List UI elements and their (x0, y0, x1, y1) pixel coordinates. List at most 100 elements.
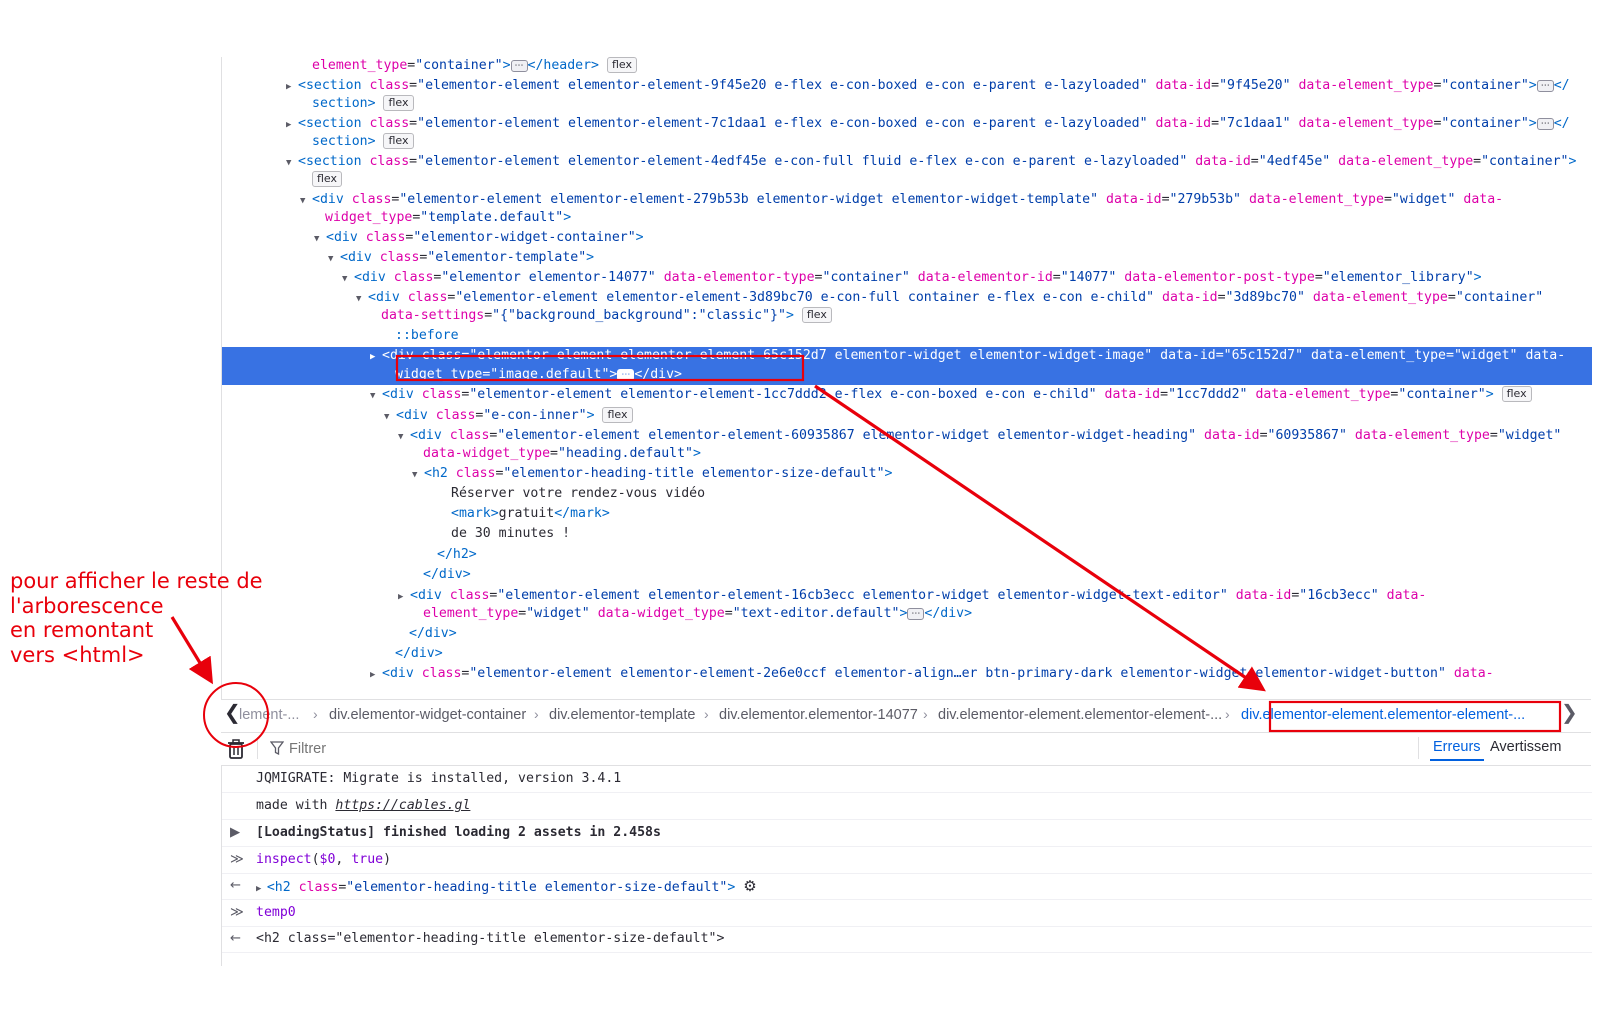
attr-value: "elementor-heading-title elementor-size-… (503, 466, 885, 481)
expand-triangle-icon[interactable]: ▶ (230, 820, 252, 846)
tree-node[interactable]: element_type="container"> ⋯ </header> flex (222, 57, 1592, 75)
collapse-triangle-icon[interactable]: ▼ (384, 408, 396, 426)
attr-value: "image.default" (490, 367, 610, 382)
flex-badge[interactable]: flex (383, 133, 414, 149)
tree-node[interactable]: ▶ <div class="elementor-element elementor… (222, 587, 1592, 606)
tree-node[interactable]: flex (222, 171, 1592, 189)
tree-node[interactable]: ▼ <div class="elementor-widget-container"… (222, 229, 1592, 248)
flex-badge[interactable]: flex (1501, 386, 1532, 402)
tree-node-selected[interactable]: ▶ <div class = "elementor-element elementor… (222, 347, 1592, 367)
tree-node[interactable]: </h2> (222, 546, 1592, 564)
log-link[interactable]: https://cables.gl (335, 798, 470, 813)
attr-value: "60935867" (1267, 428, 1347, 443)
tree-node[interactable]: widget_type="template.default"> (222, 209, 1592, 227)
ellipsis-icon[interactable]: ⋯ (1536, 118, 1554, 130)
gear-icon[interactable]: ⚙ (743, 877, 756, 895)
flex-badge[interactable]: flex (801, 307, 832, 323)
ellipsis-icon[interactable]: ⋯ (617, 369, 635, 381)
collapse-triangle-icon[interactable]: ▼ (300, 192, 312, 210)
attr-name: data-id (1162, 290, 1218, 305)
collapse-triangle-icon[interactable]: ▼ (342, 270, 354, 288)
tree-node[interactable]: </div> (222, 645, 1592, 663)
breadcrumb-item[interactable]: div.elementor-template (549, 707, 695, 723)
console-message-text: made with https://cables.gl (256, 793, 470, 819)
tree-node[interactable]: de 30 minutes ! (222, 525, 1592, 543)
tree-node[interactable]: ▼ <div class="elementor elementor-14077" … (222, 269, 1592, 288)
tree-node-selected[interactable]: widget_type="image.default"> ⋯ </div> (222, 366, 1592, 385)
flex-badge[interactable]: flex (312, 171, 343, 187)
tag-text: </header> (527, 58, 599, 73)
breadcrumb-item[interactable]: div.elementor-element.elementor-element-… (938, 707, 1222, 723)
tree-node[interactable]: </div> (222, 625, 1592, 643)
expand-triangle-icon[interactable]: ▶ (370, 348, 382, 366)
tree-node[interactable]: Réserver votre rendez-vous vidéo (222, 485, 1592, 503)
text-node: = (1447, 290, 1456, 305)
attr-value: "16cb3ecc" (1299, 588, 1379, 603)
breadcrumb-item[interactable]: lement-... (239, 707, 299, 723)
expand-triangle-icon[interactable]: ▶ (398, 588, 410, 606)
collapse-triangle-icon[interactable]: ▼ (412, 466, 424, 484)
expand-triangle-icon[interactable]: ▶ (286, 116, 298, 134)
attr-value: "elementor-widget-container" (413, 230, 636, 245)
collapse-triangle-icon[interactable]: ▼ (328, 250, 340, 268)
tree-node[interactable]: ▼ <div class = "elementor-element elementor… (222, 427, 1592, 446)
tree-node[interactable]: ▼ <section class="elementor-element eleme… (222, 153, 1592, 172)
tag-text: </mark> (554, 506, 610, 521)
tag-text: > (1528, 116, 1537, 131)
console-message: ▶ [LoadingStatus] finished loading 2 asse… (222, 820, 1592, 847)
breadcrumb-scroll-right-icon[interactable]: ❯ (1561, 700, 1578, 724)
ellipsis-icon[interactable]: ⋯ (1536, 80, 1554, 92)
console-message-text: <h2 class="elementor-heading-title eleme… (256, 926, 724, 952)
tree-node[interactable]: ▼ <div class = "elementor-element elementor… (222, 191, 1592, 210)
expand-triangle-icon[interactable]: ▶ (370, 666, 382, 684)
breadcrumb-item-active[interactable]: div.elementor-element.elementor-element-… (1241, 707, 1525, 723)
tree-node[interactable]: ::before (222, 327, 1592, 345)
attr-value: "{"background_background":"classic"}" (492, 308, 786, 323)
attr-name: element_type (312, 58, 408, 73)
tree-node[interactable]: ▼ <div class = "elementor-element elementor… (222, 289, 1592, 308)
attr-name: data- (1453, 666, 1494, 681)
tree-node[interactable]: data-widget_type="heading.default"> (222, 445, 1592, 463)
ellipsis-icon[interactable]: ⋯ (510, 60, 528, 72)
tree-node[interactable]: data-settings="{"background_background":… (222, 307, 1592, 325)
flex-badge[interactable]: flex (602, 407, 633, 423)
tree-node[interactable]: ▼ <div class = "elementor-element elementor… (222, 386, 1592, 405)
tree-node[interactable]: element_type="widget" data-widget_type="… (222, 605, 1592, 623)
collapse-triangle-icon[interactable]: ▼ (356, 290, 368, 308)
tree-node[interactable]: <mark>gratuit</mark> (222, 505, 1592, 523)
tag-text: <section (298, 154, 370, 169)
trash-icon[interactable] (227, 739, 245, 763)
tree-node[interactable]: ▶ <section class="elementor-element eleme… (222, 77, 1592, 96)
text-node: = (1160, 387, 1169, 402)
tree-node[interactable]: ▶ <div class="elementor-element elementor… (222, 665, 1592, 684)
collapse-triangle-icon[interactable]: ▼ (286, 154, 298, 172)
collapse-triangle-icon[interactable]: ▼ (370, 387, 382, 405)
tree-node[interactable]: ▼ <div class="e-con-inner"> flex (222, 407, 1592, 426)
ellipsis-icon[interactable]: ⋯ (907, 608, 925, 620)
tree-node[interactable]: </div> (222, 566, 1592, 584)
attr-value: "widget" (526, 606, 590, 621)
attr-name: class (407, 290, 448, 305)
tree-node[interactable]: ▶ <section class="elementor-element eleme… (222, 115, 1592, 134)
tree-node[interactable]: section> flex (222, 133, 1592, 151)
markup-inspector[interactable]: element_type="container"> ⋯ </header> flex… (221, 57, 1592, 699)
expand-triangle-icon[interactable]: ▶ (286, 78, 298, 96)
attr-name: data- (1525, 348, 1566, 363)
tab-errors[interactable]: Erreurs (1430, 739, 1484, 761)
console-filter-input[interactable] (287, 738, 891, 760)
collapse-triangle-icon[interactable]: ▼ (314, 230, 326, 248)
tree-node[interactable]: section> flex (222, 95, 1592, 113)
tag-text: <section (298, 116, 370, 131)
breadcrumb-item[interactable]: div.elementor.elementor-14077 (719, 707, 918, 723)
collapse-triangle-icon[interactable]: ▼ (398, 428, 410, 446)
breadcrumb-item[interactable]: div.elementor-widget-container (329, 707, 526, 723)
tree-node[interactable]: ▼ <h2 class="elementor-heading-title elem… (222, 465, 1592, 484)
tree-node[interactable]: ▼ <div class="elementor-template"> (222, 249, 1592, 268)
flex-badge[interactable]: flex (383, 95, 414, 111)
tag-text: </div> (409, 626, 457, 641)
tab-warnings[interactable]: Avertissem (1490, 739, 1561, 755)
attr-value: "65c152d7" (1223, 348, 1304, 363)
annotation-text: pour afficher le reste de l'arborescence e… (10, 569, 280, 667)
flex-badge[interactable]: flex (606, 57, 637, 73)
